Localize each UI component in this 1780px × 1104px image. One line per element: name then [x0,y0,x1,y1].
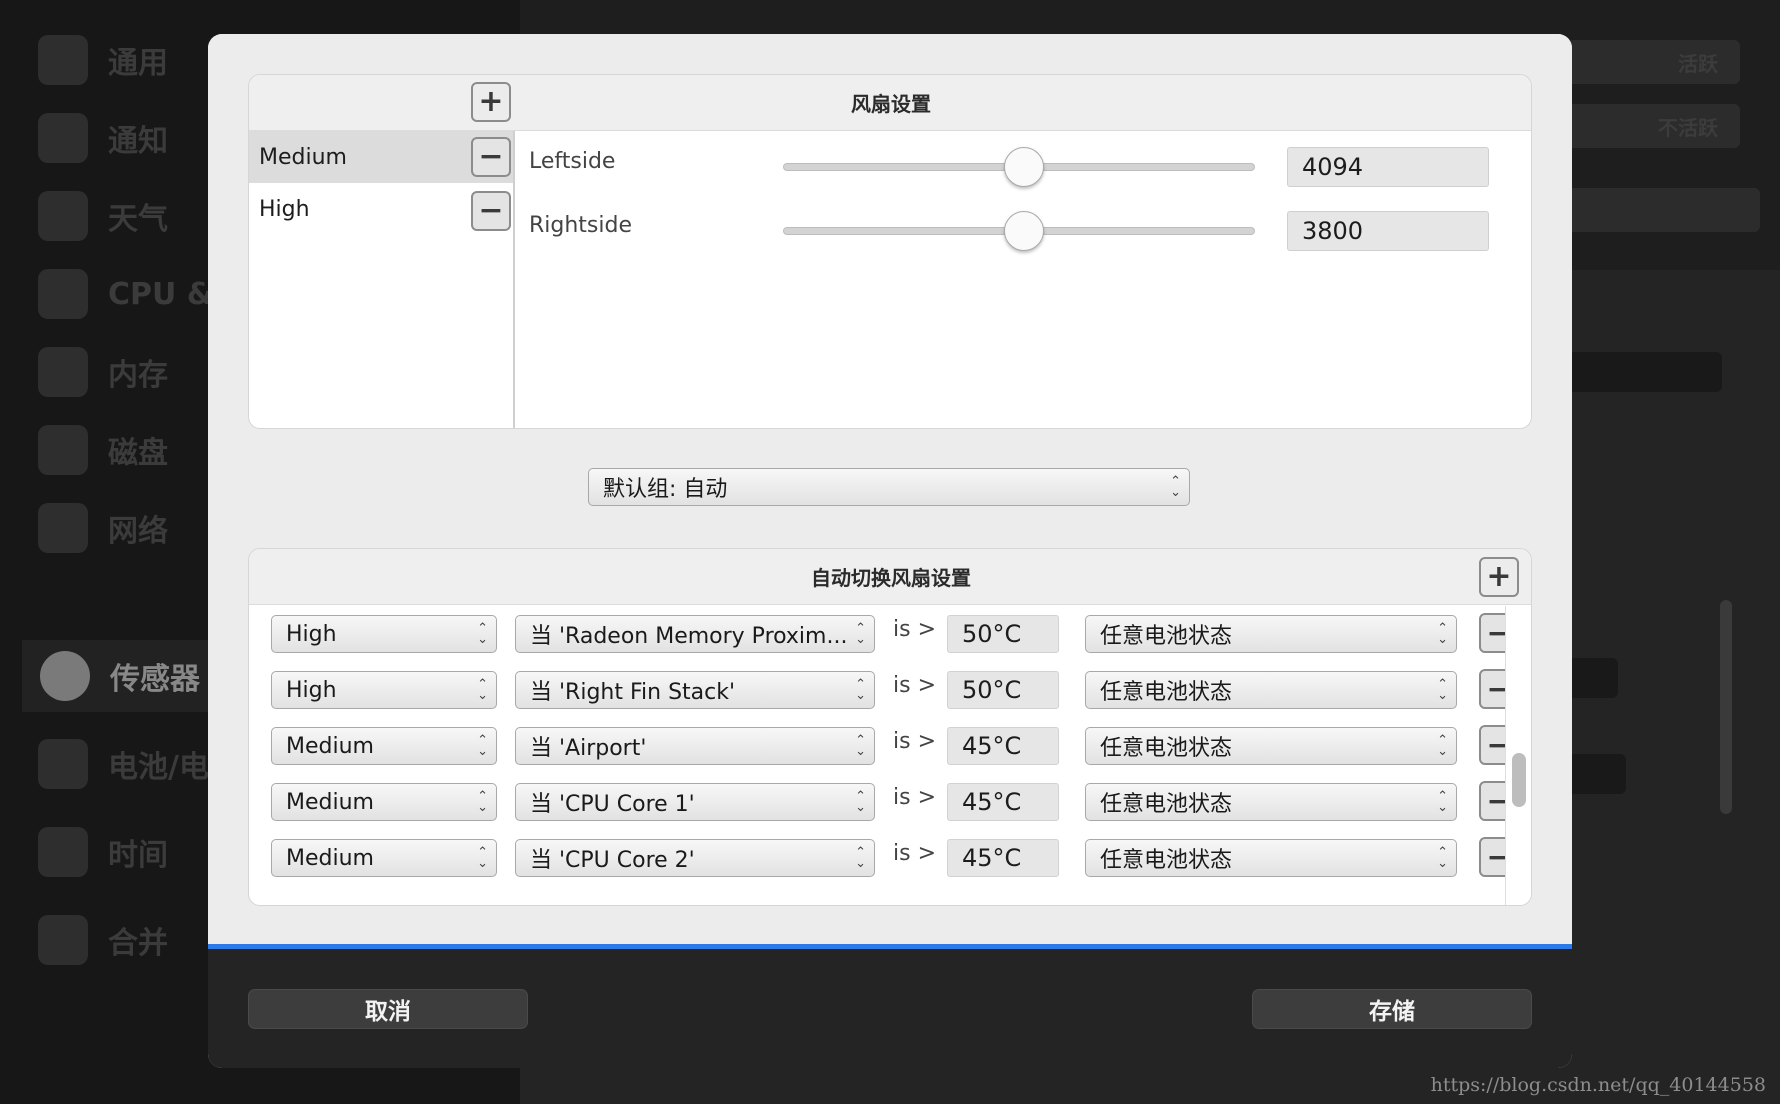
cpu-icon [38,269,88,319]
battery-state-select[interactable]: 任意电池状态 ⌃ ⌄ [1085,783,1457,821]
level-select[interactable]: High ⌃ ⌄ [271,615,497,653]
sensor-select[interactable]: 当 'CPU Core 1' ⌃ ⌄ [515,783,875,821]
temperature-input[interactable]: 45°C [947,727,1059,765]
updown-chevron-icon: ⌃ ⌄ [477,677,488,703]
fan-name-leftside: Leftside [529,149,616,174]
cancel-button[interactable]: 取消 [248,989,528,1029]
temperature-input[interactable]: 50°C [947,615,1059,653]
sensor-select[interactable]: 当 'CPU Core 2' ⌃ ⌄ [515,839,875,877]
minus-icon: − [478,139,504,174]
sensor-select[interactable]: 当 'Airport' ⌃ ⌄ [515,727,875,765]
updown-chevron-icon: ⌃ ⌄ [1437,789,1448,815]
updown-chevron-icon: ⌃ ⌄ [477,789,488,815]
battery-state-select[interactable]: 任意电池状态 ⌃ ⌄ [1085,727,1457,765]
temperature-input[interactable]: 45°C [947,783,1059,821]
remove-profile-button[interactable]: − [471,137,511,177]
sidebar-item-general[interactable]: 通用 [38,32,168,88]
rule-row: Medium ⌃ ⌄ 当 'CPU Core 1' ⌃ ⌄ is > 45°C 任意电池… [249,781,1531,839]
network-icon [38,503,88,553]
rule-row: High ⌃ ⌄ 当 'Right Fin Stack' ⌃ ⌄ is > 50°C 任… [249,669,1531,727]
sensor-icon [40,651,90,701]
level-select[interactable]: Medium ⌃ ⌄ [271,727,497,765]
rule-row: Medium ⌃ ⌄ 当 'CPU Core 2' ⌃ ⌄ is > 45°C 任意电池… [249,837,1531,895]
condition-label: is > [893,673,937,698]
disk-icon [38,425,88,475]
add-rule-button[interactable]: + [1479,557,1519,597]
condition-label: is > [893,841,937,866]
bell-icon [38,113,88,163]
updown-chevron-icon: ⌃ ⌄ [477,733,488,759]
sidebar-item-network[interactable]: 网络 [38,500,168,556]
condition-label: is > [893,729,937,754]
sensor-select[interactable]: 当 'Radeon Memory Proxim... ⌃ ⌄ [515,615,875,653]
fan-rpm-input[interactable]: 4094 [1287,147,1489,187]
rule-row: High ⌃ ⌄ 当 'Radeon Memory Proxim... ⌃ ⌄ is >… [249,613,1531,671]
plus-icon: + [478,84,504,119]
combine-icon [38,915,88,965]
level-select[interactable]: High ⌃ ⌄ [271,671,497,709]
plus-icon: + [1486,559,1512,594]
sidebar-item-battery[interactable]: 电池/电 [38,736,209,792]
fan-settings-dialog: 风扇设置 + Medium − High − Leftside 4094 Rig… [208,34,1572,1068]
battery-state-select[interactable]: 任意电池状态 ⌃ ⌄ [1085,671,1457,709]
default-group-select[interactable]: 默认组: 自动 ⌃ ⌄ [588,468,1190,506]
rule-row: Medium ⌃ ⌄ 当 'Airport' ⌃ ⌄ is > 45°C 任意电池状态 ⌃… [249,725,1531,783]
add-profile-button[interactable]: + [471,82,511,122]
memory-icon [38,347,88,397]
battery-icon [38,739,88,789]
updown-chevron-icon: ⌃ ⌄ [855,845,866,871]
slider-knob[interactable] [1003,211,1044,251]
weather-icon [38,191,88,241]
sidebar-item-weather[interactable]: 天气 [38,188,168,244]
auto-switch-title: 自动切换风扇设置 [811,566,971,590]
level-select[interactable]: Medium ⌃ ⌄ [271,839,497,877]
updown-chevron-icon: ⌃ ⌄ [855,789,866,815]
fan-settings-title: 风扇设置 [851,92,931,116]
sidebar-item-combine[interactable]: 合并 [38,912,168,968]
fan-rpm-input[interactable]: 3800 [1287,211,1489,251]
auto-switch-panel: 自动切换风扇设置 + High ⌃ ⌄ 当 'Radeon Memory Proxi… [248,548,1532,906]
rules-scrollbar-thumb[interactable] [1512,753,1526,807]
gear-icon [38,35,88,85]
sidebar-item-disk[interactable]: 磁盘 [38,422,168,478]
sidebar-item-notifications[interactable]: 通知 [38,110,168,166]
minus-icon: − [478,193,504,228]
updown-chevron-icon: ⌃ ⌄ [477,621,488,647]
updown-chevron-icon: ⌃ ⌄ [1437,677,1448,703]
save-button[interactable]: 存储 [1252,989,1532,1029]
updown-chevron-icon: ⌃ ⌄ [1437,845,1448,871]
sidebar-item-time[interactable]: 时间 [38,824,168,880]
sidebar-item-memory[interactable]: 内存 [38,344,168,400]
updown-chevron-icon: ⌃ ⌄ [1170,474,1181,500]
updown-chevron-icon: ⌃ ⌄ [855,733,866,759]
updown-chevron-icon: ⌃ ⌄ [855,677,866,703]
updown-chevron-icon: ⌃ ⌄ [1437,621,1448,647]
temperature-input[interactable]: 50°C [947,671,1059,709]
remove-profile-button[interactable]: − [471,191,511,231]
battery-state-select[interactable]: 任意电池状态 ⌃ ⌄ [1085,839,1457,877]
updown-chevron-icon: ⌃ ⌄ [855,621,866,647]
watermark: https://blog.csdn.net/qq_40144558 [1430,1074,1766,1096]
condition-label: is > [893,785,937,810]
condition-label: is > [893,617,937,642]
updown-chevron-icon: ⌃ ⌄ [477,845,488,871]
temperature-input[interactable]: 45°C [947,839,1059,877]
updown-chevron-icon: ⌃ ⌄ [1437,733,1448,759]
fan-settings-panel: 风扇设置 + Medium − High − Leftside 4094 Rig… [248,74,1532,429]
level-select[interactable]: Medium ⌃ ⌄ [271,783,497,821]
battery-state-select[interactable]: 任意电池状态 ⌃ ⌄ [1085,615,1457,653]
sensor-select[interactable]: 当 'Right Fin Stack' ⌃ ⌄ [515,671,875,709]
clock-icon [38,827,88,877]
fan-name-rightside: Rightside [529,213,633,238]
slider-knob[interactable] [1003,147,1044,187]
